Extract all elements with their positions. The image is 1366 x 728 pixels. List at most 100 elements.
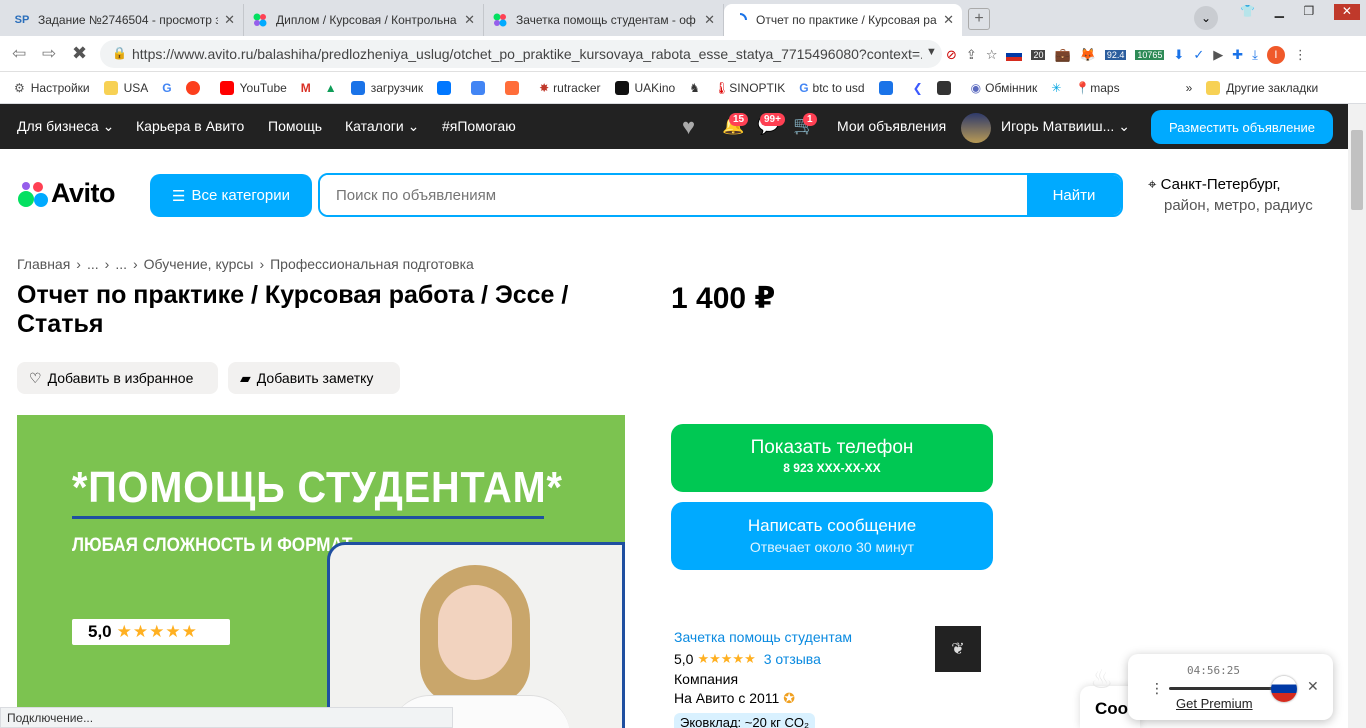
thermometer-icon: 🌡 xyxy=(713,80,730,95)
user-avatar[interactable] xyxy=(961,113,991,143)
extension-badge-20[interactable]: 20 xyxy=(1031,50,1046,60)
theme-icon[interactable]: 👕 xyxy=(1240,4,1255,20)
bookmark-usa[interactable]: USA xyxy=(103,80,148,95)
bookmark-arrow[interactable]: ❮ xyxy=(913,81,923,95)
find-button[interactable]: Найти xyxy=(1027,175,1121,215)
russia-flag-icon[interactable] xyxy=(1006,49,1023,61)
nav-ya-pomogayu[interactable]: #яПомогаю xyxy=(442,118,516,134)
browser-tab-3[interactable]: Зачетка помощь студентам - оф ✕ xyxy=(484,4,724,36)
bookmarks-overflow[interactable]: » xyxy=(1186,81,1193,95)
maximize-icon[interactable]: ❐ xyxy=(1304,4,1315,20)
bookmark-bc[interactable] xyxy=(936,80,957,95)
browser-tab-4-active[interactable]: Отчет по практике / Курсовая ра ✕ xyxy=(724,4,962,36)
profile-avatar[interactable]: I xyxy=(1266,46,1285,64)
breadcrumb-education[interactable]: Обучение, курсы xyxy=(144,256,254,272)
minimize-icon[interactable]: ▁ xyxy=(1275,4,1284,20)
nav-career[interactable]: Карьера в Авито xyxy=(136,118,244,134)
add-note-button[interactable]: ▰ Добавить заметку xyxy=(228,362,400,394)
reviews-link[interactable]: 3 отзыва xyxy=(764,651,821,667)
bookmark-star-icon[interactable]: ☆ xyxy=(986,47,998,63)
bookmark-p[interactable] xyxy=(878,80,899,95)
bookmark-rutracker[interactable]: ✸ rutracker xyxy=(539,81,600,95)
breadcrumb-item[interactable]: ... xyxy=(115,256,127,272)
bookmark-uakino[interactable]: UAKino xyxy=(614,80,675,95)
all-categories-button[interactable]: ☰ Все категории xyxy=(150,174,312,217)
bookmark-downloader[interactable]: загрузчик xyxy=(350,80,423,95)
location-selector[interactable]: ⌖ Санкт-Петербург, xyxy=(1148,176,1281,193)
location-sub[interactable]: район, метро, радиус xyxy=(1164,197,1313,214)
stop-loading-icon[interactable]: ✖ xyxy=(72,43,87,64)
bookmark-f[interactable] xyxy=(505,80,525,95)
bookmark-maps[interactable]: 📍 maps xyxy=(1075,81,1119,95)
close-tab-icon[interactable]: ✕ xyxy=(224,12,235,28)
add-to-favorites-button[interactable]: ♡ Добавить в избранное xyxy=(17,362,218,394)
post-ad-button[interactable]: Разместить объявление xyxy=(1151,110,1333,144)
listing-photo[interactable]: *ПОМОЩЬ СТУДЕНТАМ* ЛЮБАЯ СЛОЖНОСТЬ И ФОР… xyxy=(17,415,625,728)
new-tab-icon[interactable]: + xyxy=(968,8,990,30)
bookmark-sinoptik[interactable]: 🌡 SINOPTIK xyxy=(714,81,785,95)
get-premium-link[interactable]: Get Premium xyxy=(1176,696,1253,711)
downloads-icon[interactable]: ⤓ xyxy=(1252,47,1258,63)
seller-logo[interactable]: ❦ xyxy=(935,626,981,672)
bookmark-youtube[interactable]: YouTube xyxy=(219,80,287,95)
close-tab-icon[interactable]: ✕ xyxy=(464,12,475,28)
forward-icon[interactable]: ⇨ xyxy=(42,44,56,64)
bookmark-translate[interactable] xyxy=(471,80,491,95)
close-icon[interactable]: ✕ xyxy=(1307,678,1319,695)
puzzle-icon[interactable]: ✚ xyxy=(1232,47,1243,63)
dropdown-arrow-icon[interactable]: ▼ xyxy=(926,46,937,58)
breadcrumb-item[interactable]: ... xyxy=(87,256,99,272)
extension-icon[interactable]: ▶ xyxy=(1213,47,1223,63)
bookmark-yandex[interactable] xyxy=(185,80,206,95)
breadcrumb-home[interactable]: Главная xyxy=(17,256,70,272)
bookmark-vk[interactable] xyxy=(437,80,457,95)
v-extension-icon[interactable]: ✓ xyxy=(1193,47,1204,63)
tab-search-icon[interactable]: ⌄ xyxy=(1194,6,1218,30)
url-text: https://www.avito.ru/balashiha/predlozhe… xyxy=(132,46,922,62)
search-input[interactable] xyxy=(320,175,1027,215)
bookmark-google[interactable]: G xyxy=(162,81,171,95)
nav-catalogs[interactable]: Каталоги ⌄ xyxy=(345,118,419,135)
browser-tab-2[interactable]: Диплом / Курсовая / Контрольна ✕ xyxy=(244,4,484,36)
bookmark-obmennik[interactable]: ◉ Обмінник xyxy=(971,81,1038,95)
bookmark-settings[interactable]: ⚙ Настройки xyxy=(14,81,90,95)
share-icon[interactable]: ⇪ xyxy=(966,47,977,63)
extension-badge-92[interactable]: 92.4 xyxy=(1104,50,1127,60)
my-ads-link[interactable]: Мои объявления xyxy=(837,118,946,134)
briefcase-icon[interactable]: 💼 xyxy=(1054,47,1070,63)
nav-help[interactable]: Помощь xyxy=(268,118,322,134)
kebab-menu-icon[interactable]: ⋮ xyxy=(1150,680,1164,697)
write-message-button[interactable]: Написать сообщение Отвечает около 30 мин… xyxy=(671,502,993,570)
blocked-icon[interactable]: ⊘ xyxy=(946,47,957,63)
avito-logo[interactable]: Avito xyxy=(17,178,116,209)
logo-text: Avito xyxy=(51,178,116,208)
bookmark-other-folder[interactable]: Другие закладки xyxy=(1206,80,1318,95)
bookmark-btc[interactable]: Gbtc to usd xyxy=(799,81,864,95)
close-tab-icon[interactable]: ✕ xyxy=(943,12,954,28)
bookmark-kyivstar[interactable]: ✳ xyxy=(1051,81,1061,95)
nav-for-business[interactable]: Для бизнеса ⌄ xyxy=(17,118,114,135)
browser-tab-1[interactable]: SP Задание №2746504 - просмотр з ✕ xyxy=(6,4,244,36)
extension-icon[interactable]: 🦊 xyxy=(1080,47,1096,63)
bookmark-chess[interactable]: ♞ xyxy=(689,81,700,95)
site-top-bar: Для бизнеса ⌄ Карьера в Авито Помощь Кат… xyxy=(0,104,1348,149)
bookmark-gmail[interactable]: M xyxy=(301,81,311,95)
breadcrumb-professional[interactable]: Профессиональная подготовка xyxy=(270,256,474,272)
uakino-icon xyxy=(614,80,629,95)
menu-kebab-icon[interactable]: ⋮ xyxy=(1294,47,1307,63)
user-menu[interactable]: Игорь Матвииш... ⌄ xyxy=(1001,118,1130,135)
seller-type: Компания xyxy=(674,671,739,687)
download-icon[interactable]: ⬇ xyxy=(1173,47,1184,63)
seller-name-link[interactable]: Зачетка помощь студентам xyxy=(674,629,852,645)
close-tab-icon[interactable]: ✕ xyxy=(704,12,715,28)
bookmark-drive[interactable]: ▲ xyxy=(325,81,337,95)
favorites-heart-icon[interactable]: ♥ xyxy=(682,114,695,140)
scrollbar-thumb[interactable] xyxy=(1351,130,1363,210)
close-window-icon[interactable]: ✕ xyxy=(1333,4,1360,20)
russia-flag-icon[interactable] xyxy=(1271,676,1297,702)
back-icon[interactable]: ⇦ xyxy=(12,44,26,64)
address-bar[interactable]: 🔒 https://www.avito.ru/balashiha/predloz… xyxy=(100,40,942,68)
eco-badge[interactable]: Эковклад: ~20 кг CO₂ xyxy=(674,713,816,728)
extension-badge-btc[interactable]: 10765 xyxy=(1135,50,1165,60)
show-phone-button[interactable]: Показать телефон 8 923 XXX-XX-XX xyxy=(671,424,993,492)
